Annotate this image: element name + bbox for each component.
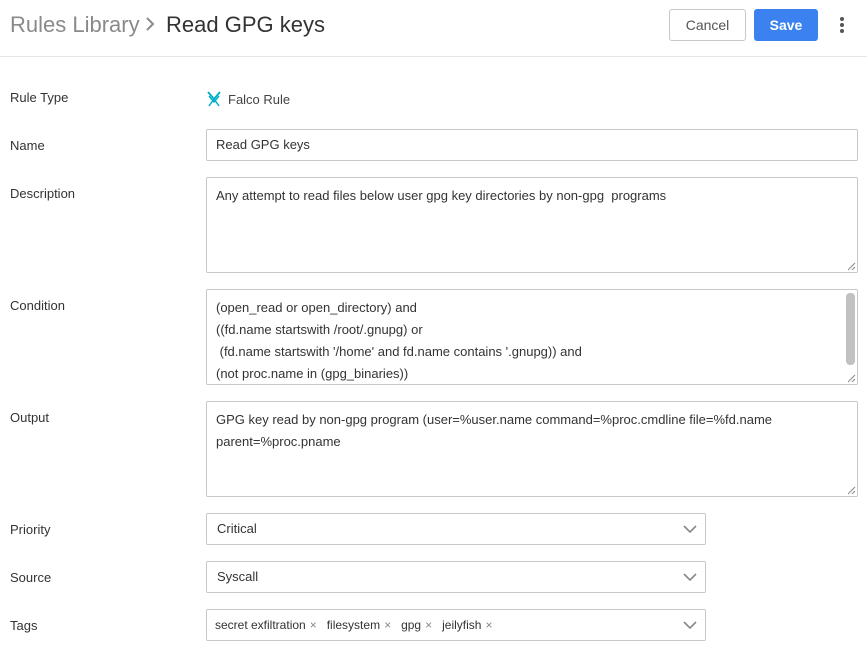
output-line: parent=%proc.pname (216, 434, 341, 449)
condition-textarea[interactable]: (open_read or open_directory) and ((fd.n… (206, 289, 858, 385)
tag-label: filesystem (326, 618, 381, 632)
resize-handle-icon[interactable] (847, 262, 856, 271)
source-value: Syscall (217, 569, 259, 584)
page-header: Rules Library Read GPG keys Cancel Save (0, 0, 867, 57)
output-label: Output (10, 410, 50, 425)
output-line: GPG key read by non-gpg program (user=%u… (216, 412, 773, 427)
condition-scrollbar[interactable] (846, 293, 855, 365)
page-title: Read GPG keys (166, 12, 325, 37)
tag-chip: filesystem × (327, 610, 391, 640)
cancel-button[interactable]: Cancel (669, 9, 746, 41)
tag-label: jeilyfish (442, 618, 482, 632)
output-textarea[interactable]: GPG key read by non-gpg program (user=%u… (206, 401, 858, 497)
chevron-right-icon (146, 17, 155, 31)
remove-tag-icon[interactable]: × (384, 610, 391, 640)
source-select[interactable]: Syscall (206, 561, 706, 593)
name-label: Name (10, 138, 45, 153)
rule-type-text: Falco Rule (228, 91, 291, 107)
priority-select[interactable]: Critical (206, 513, 706, 545)
chevron-down-icon (683, 573, 697, 582)
tag-chip: gpg × (401, 610, 432, 640)
tag-chip: jeilyfish × (442, 610, 492, 640)
priority-label: Priority (10, 522, 51, 537)
description-text: Any attempt to read files below user gpg… (216, 188, 667, 203)
tag-chip: secret exfiltration × (215, 610, 317, 640)
priority-value: Critical (217, 521, 257, 536)
name-input[interactable]: Read GPG keys (206, 129, 858, 161)
remove-tag-icon[interactable]: × (310, 610, 317, 640)
condition-line: (fd.name startswith '/home' and fd.name … (216, 344, 582, 359)
description-label: Description (10, 186, 76, 201)
remove-tag-icon[interactable]: × (425, 610, 432, 640)
rule-type-label: Rule Type (10, 90, 69, 105)
breadcrumb-rules-library[interactable]: Rules Library (10, 12, 140, 38)
more-options-icon[interactable] (834, 15, 850, 35)
save-button[interactable]: Save (754, 9, 818, 41)
falco-icon (207, 91, 221, 107)
condition-line: (not proc.name in (gpg_binaries)) (216, 366, 409, 381)
tag-label: gpg (401, 618, 422, 632)
chevron-down-icon (683, 525, 697, 534)
condition-line: (open_read or open_directory) and (216, 300, 417, 315)
source-label: Source (10, 570, 52, 585)
tags-select[interactable]: secret exfiltration × filesystem × gpg ×… (206, 609, 706, 641)
resize-handle-icon[interactable] (847, 486, 856, 495)
tags-label: Tags (10, 618, 38, 633)
condition-label: Condition (10, 298, 65, 313)
tag-label: secret exfiltration (215, 618, 306, 632)
remove-tag-icon[interactable]: × (485, 610, 492, 640)
condition-line: ((fd.name startswith /root/.gnupg) or (216, 322, 423, 337)
description-textarea[interactable]: Any attempt to read files below user gpg… (206, 177, 858, 273)
resize-handle-icon[interactable] (847, 374, 856, 383)
rule-type-value: Falco Rule (206, 89, 290, 109)
chevron-down-icon (683, 621, 697, 630)
